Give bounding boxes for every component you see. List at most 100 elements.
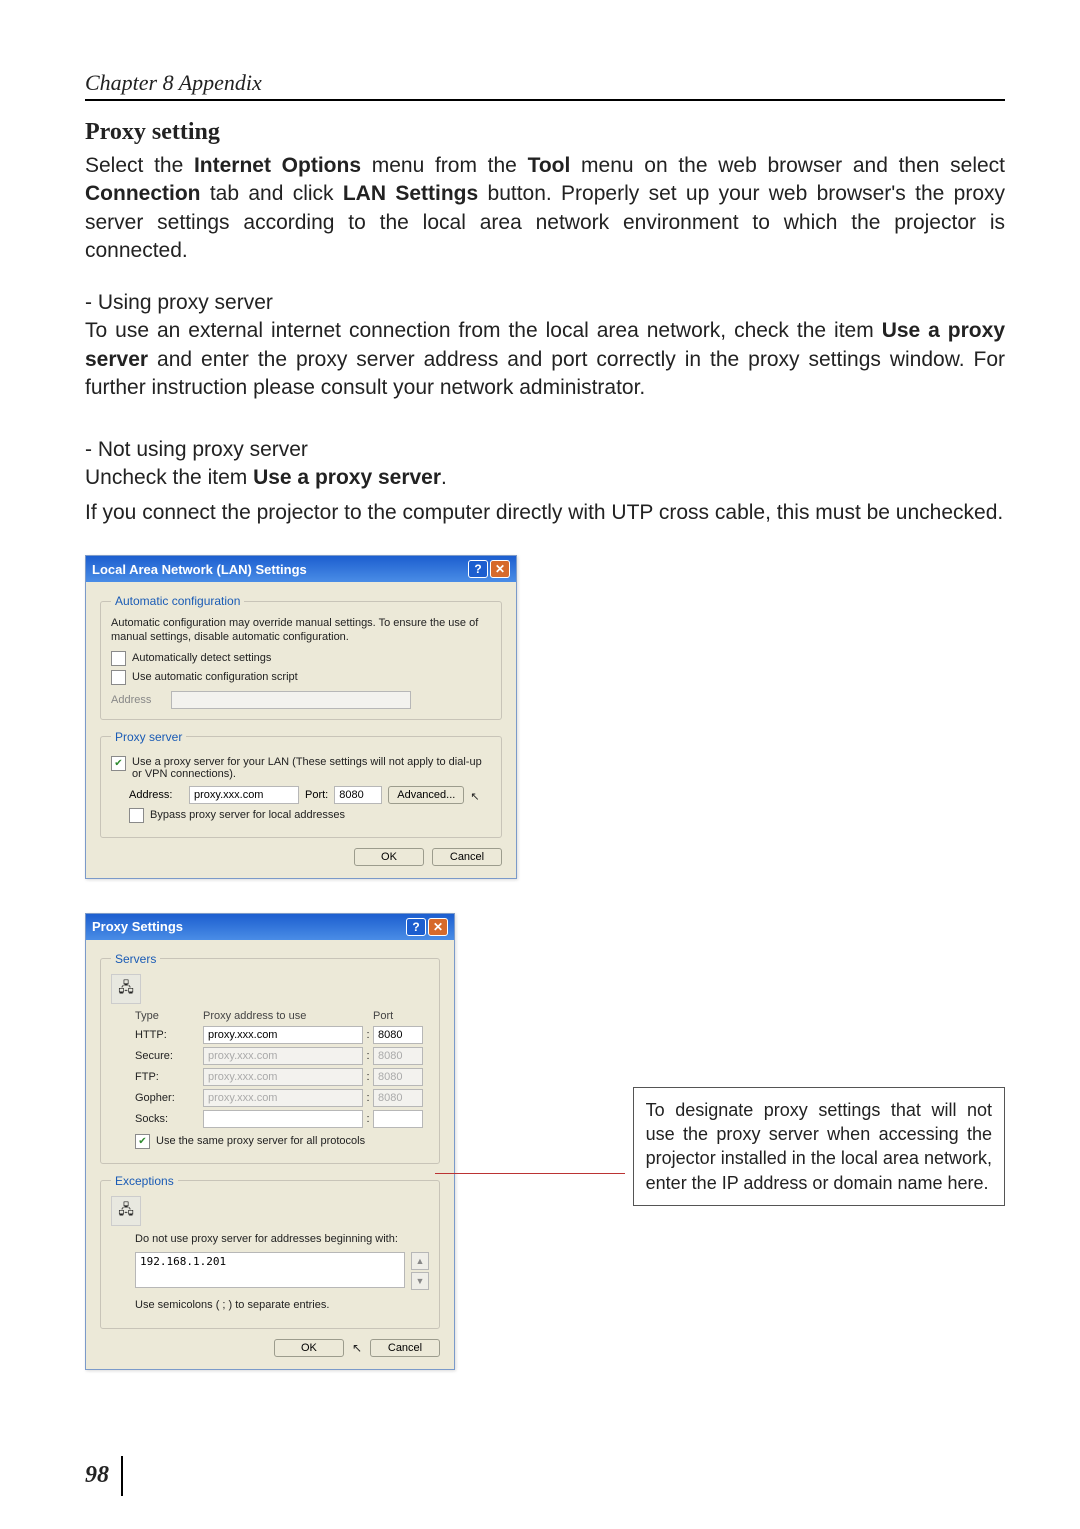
- advanced-button[interactable]: Advanced...: [388, 786, 464, 804]
- exceptions-input[interactable]: [135, 1252, 405, 1288]
- section-title: Proxy setting: [85, 119, 1005, 146]
- col-type: Type: [135, 1010, 203, 1022]
- auto-detect-checkbox[interactable]: [111, 651, 126, 666]
- server-type-label: Socks:: [135, 1113, 203, 1125]
- colon: :: [363, 1092, 373, 1104]
- using-proxy-heading: - Using proxy server: [85, 291, 1005, 315]
- exceptions-hint: Use semicolons ( ; ) to separate entries…: [135, 1298, 429, 1312]
- titlebar[interactable]: Local Area Network (LAN) Settings ? ✕: [86, 556, 516, 582]
- callout-leader-line: [435, 1173, 625, 1174]
- col-addr: Proxy address to use: [203, 1010, 363, 1022]
- bypass-label: Bypass proxy server for local addresses: [150, 809, 345, 821]
- colon: :: [363, 1113, 373, 1125]
- intro-text: Select the: [85, 154, 194, 177]
- legend: Proxy server: [111, 730, 186, 744]
- server-port-input[interactable]: [373, 1047, 423, 1065]
- server-row: FTP::: [135, 1068, 429, 1086]
- intro-paragraph: Select the Internet Options menu from th…: [85, 152, 1005, 265]
- page-number: 98: [85, 1462, 109, 1489]
- notusing-text: Uncheck the item: [85, 466, 253, 489]
- colon: :: [363, 1029, 373, 1041]
- server-row: Secure::: [135, 1047, 429, 1065]
- not-using-line2: If you connect the projector to the comp…: [85, 499, 1005, 527]
- script-address-input[interactable]: [171, 691, 411, 709]
- bypass-checkbox[interactable]: [129, 808, 144, 823]
- auto-desc: Automatic configuration may override man…: [111, 616, 491, 645]
- use-proxy-label: Use a proxy server for your LAN (These s…: [132, 756, 491, 780]
- same-proxy-checkbox[interactable]: [135, 1134, 150, 1149]
- bold-connection: Connection: [85, 182, 201, 205]
- server-address-input[interactable]: [203, 1110, 363, 1128]
- server-port-input[interactable]: [373, 1026, 423, 1044]
- titlebar[interactable]: Proxy Settings ? ✕: [86, 914, 454, 940]
- server-row: Socks::: [135, 1110, 429, 1128]
- legend: Automatic configuration: [111, 594, 244, 608]
- cursor-icon: ↖: [470, 790, 479, 803]
- dialog-title: Local Area Network (LAN) Settings: [92, 562, 466, 577]
- server-port-input[interactable]: [373, 1110, 423, 1128]
- server-address-input[interactable]: [203, 1068, 363, 1086]
- same-proxy-label: Use the same proxy server for all protoc…: [156, 1135, 365, 1147]
- ok-button[interactable]: OK: [274, 1339, 344, 1357]
- proxy-port-input[interactable]: [334, 786, 382, 804]
- ok-label: OK: [301, 1342, 317, 1354]
- server-type-label: Secure:: [135, 1050, 203, 1062]
- col-port: Port: [373, 1010, 423, 1022]
- exceptions-group: Exceptions 🖧 Do not use proxy server for…: [100, 1174, 440, 1330]
- scroll-down-icon[interactable]: ▼: [411, 1272, 429, 1290]
- proxy-settings-dialog: Proxy Settings ? ✕ Servers 🖧 Type Proxy …: [85, 913, 455, 1371]
- server-address-input[interactable]: [203, 1026, 363, 1044]
- lan-settings-dialog: Local Area Network (LAN) Settings ? ✕ Au…: [85, 555, 517, 879]
- server-row: HTTP::: [135, 1026, 429, 1044]
- script-address-label: Address: [111, 694, 165, 706]
- cancel-button[interactable]: Cancel: [432, 848, 502, 866]
- using-proxy-paragraph: To use an external internet connection f…: [85, 317, 1005, 402]
- server-address-input[interactable]: [203, 1047, 363, 1065]
- automatic-configuration-group: Automatic configuration Automatic config…: [100, 594, 502, 720]
- proxy-address-input[interactable]: [189, 786, 299, 804]
- proxy-port-label: Port:: [305, 789, 328, 801]
- help-icon[interactable]: ?: [406, 918, 426, 936]
- server-address-input[interactable]: [203, 1089, 363, 1107]
- colon: :: [363, 1050, 373, 1062]
- scroll-up-icon[interactable]: ▲: [411, 1252, 429, 1270]
- server-row: Gopher::: [135, 1089, 429, 1107]
- use-script-label: Use automatic configuration script: [132, 671, 298, 683]
- exceptions-desc: Do not use proxy server for addresses be…: [135, 1232, 429, 1246]
- dialog-title: Proxy Settings: [92, 919, 404, 934]
- server-type-label: HTTP:: [135, 1029, 203, 1041]
- bold-tool: Tool: [528, 154, 571, 177]
- notusing-text: .: [441, 466, 447, 489]
- colon: :: [363, 1071, 373, 1083]
- legend: Servers: [111, 952, 160, 966]
- servers-icon: 🖧: [111, 974, 141, 1004]
- use-proxy-checkbox[interactable]: [111, 756, 126, 771]
- legend: Exceptions: [111, 1174, 178, 1188]
- bold-internet-options: Internet Options: [194, 154, 361, 177]
- using-text: To use an external internet connection f…: [85, 319, 882, 342]
- use-script-checkbox[interactable]: [111, 670, 126, 685]
- cursor-icon: ↖: [352, 1341, 362, 1359]
- servers-group: Servers 🖧 Type Proxy address to use Port…: [100, 952, 440, 1164]
- close-icon[interactable]: ✕: [490, 560, 510, 578]
- proxy-server-group: Proxy server Use a proxy server for your…: [100, 730, 502, 838]
- not-using-proxy-heading: - Not using proxy server: [85, 438, 1005, 462]
- chapter-header: Chapter 8 Appendix: [85, 70, 1005, 101]
- auto-detect-label: Automatically detect settings: [132, 652, 271, 664]
- exceptions-icon: 🖧: [111, 1196, 141, 1226]
- intro-text: menu from the: [361, 154, 528, 177]
- server-type-label: Gopher:: [135, 1092, 203, 1104]
- server-port-input[interactable]: [373, 1089, 423, 1107]
- help-icon[interactable]: ?: [468, 560, 488, 578]
- bold-lan-settings: LAN Settings: [343, 182, 478, 205]
- close-icon[interactable]: ✕: [428, 918, 448, 936]
- cancel-button[interactable]: Cancel: [370, 1339, 440, 1357]
- server-type-label: FTP:: [135, 1071, 203, 1083]
- ok-button[interactable]: OK: [354, 848, 424, 866]
- bold-use-proxy-2: Use a proxy server: [253, 466, 441, 489]
- intro-text: tab and click: [201, 182, 343, 205]
- server-port-input[interactable]: [373, 1068, 423, 1086]
- not-using-line1: Uncheck the item Use a proxy server.: [85, 464, 1005, 492]
- using-text: and enter the proxy server address and p…: [85, 348, 1005, 399]
- proxy-address-label: Address:: [129, 789, 183, 801]
